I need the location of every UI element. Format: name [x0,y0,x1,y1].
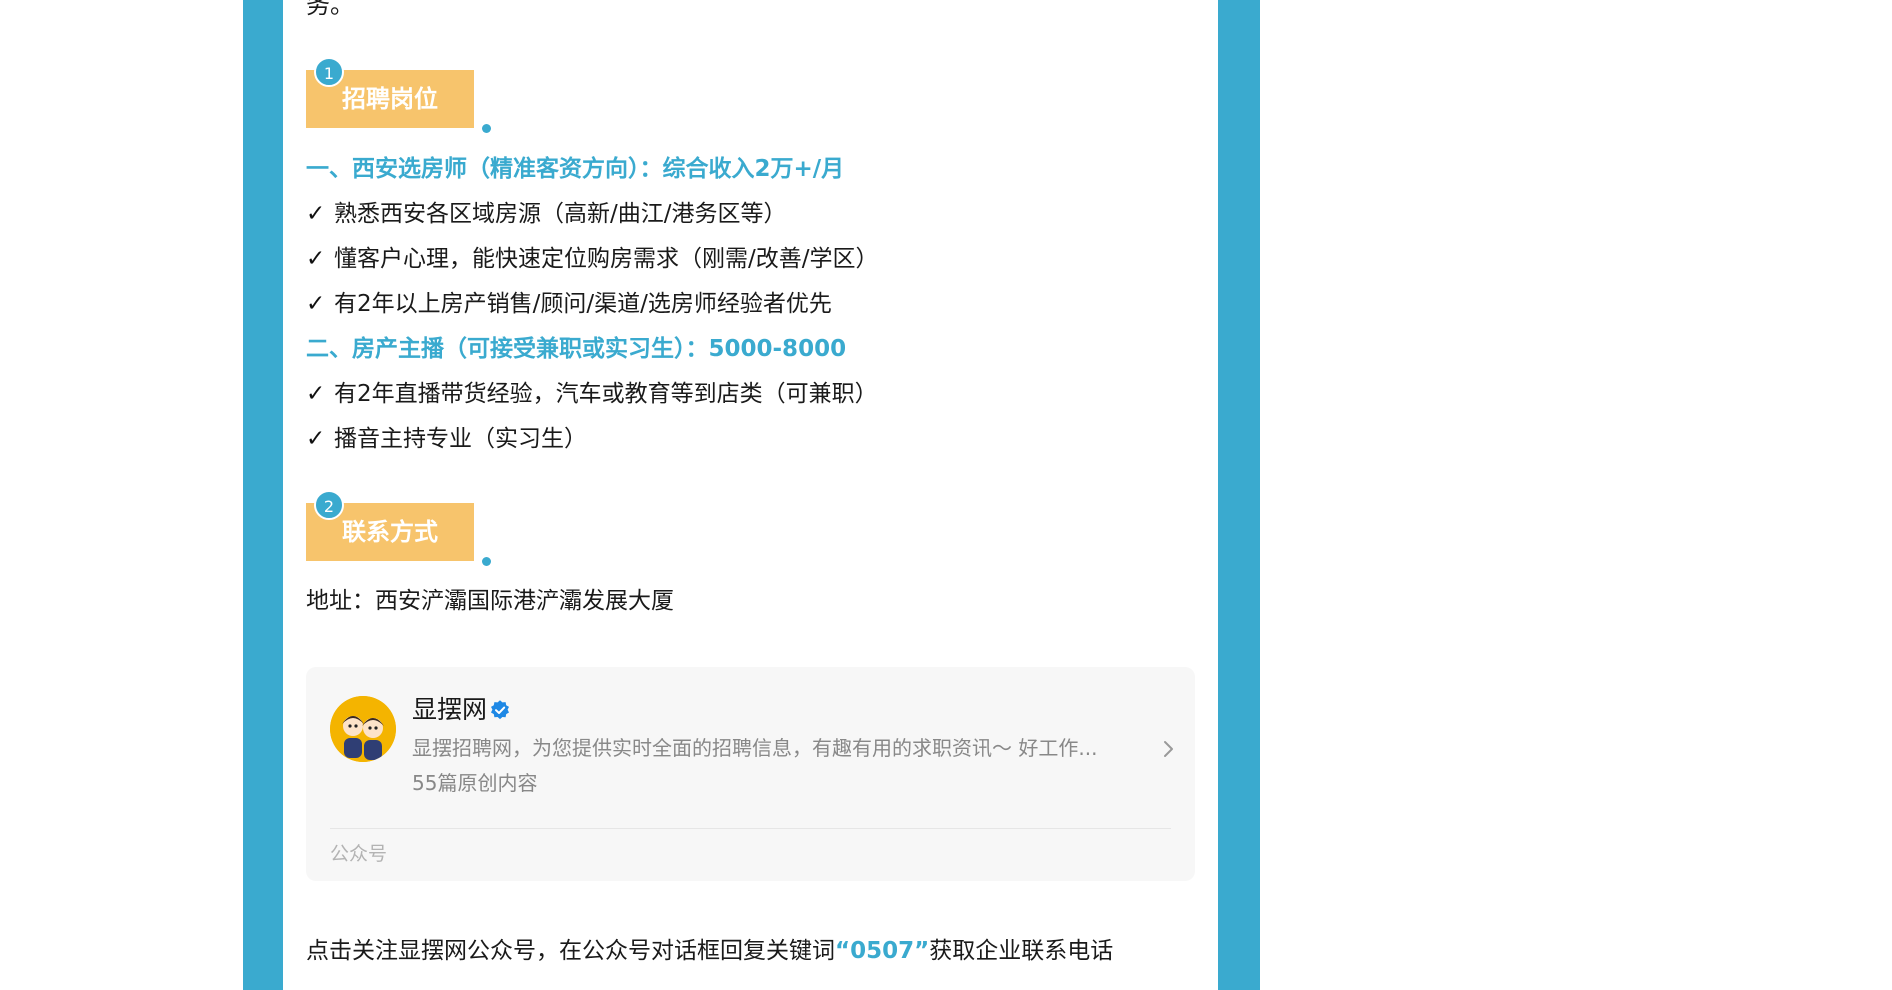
address-text: 地址：西安浐灞国际港浐灞发展大厦 [306,588,674,614]
requirement-text: 播音主持专业（实习生） [334,426,587,452]
decorative-dot [482,124,491,133]
original-content-count: 55篇原创内容 [412,771,538,795]
section-header-recruitment: 招聘岗位 1 [306,57,506,133]
job-requirement: ✓ 懂客户心理，能快速定位购房需求（刚需/改善/学区） [306,243,879,275]
check-icon: ✓ [306,201,326,227]
account-type-label: 公众号 [330,843,388,865]
job-requirement: ✓ 熟悉西安各区域房源（高新/曲江/港务区等） [306,198,787,230]
card-divider [330,828,1171,829]
article-body: 务。 招聘岗位 1 一、西安选房师（精准客资方向）：综合收入2万+/月 ✓ 熟悉西… [283,0,1218,990]
requirement-text: 有2年直播带货经验，汽车或教育等到店类（可兼职） [334,381,878,407]
requirement-text: 懂客户心理，能快速定位购房需求（刚需/改善/学区） [334,246,879,272]
job-requirement: ✓ 有2年直播带货经验，汽车或教育等到店类（可兼职） [306,378,878,410]
cta-prefix: 点击关注显摆网公众号，在公众号对话框回复关键词 [306,938,835,964]
requirement-text: 熟悉西安各区域房源（高新/曲江/港务区等） [334,201,787,227]
job-requirement: ✓ 播音主持专业（实习生） [306,423,587,455]
official-account-card[interactable]: 显摆网 显摆招聘网，为您提供实时全面的招聘信息，有趣有用的求职资讯～ 好工作..… [306,667,1195,881]
chevron-right-icon[interactable] [1161,737,1177,761]
check-icon: ✓ [306,381,326,407]
previous-paragraph-tail: 务。 [306,0,354,19]
verified-badge-icon [490,700,510,720]
cta-suffix: 获取企业联系电话 [929,938,1114,964]
account-name[interactable]: 显摆网 [412,693,487,727]
account-description: 显摆招聘网，为您提供实时全面的招聘信息，有趣有用的求职资讯～ 好工作... [412,736,1098,760]
account-avatar[interactable] [330,696,396,762]
section-header-contact: 联系方式 2 [306,490,506,566]
keyword-highlight: “0507” [835,938,930,964]
decorative-dot [482,557,491,566]
follow-instruction: 点击关注显摆网公众号，在公众号对话框回复关键词“0507”获取企业联系电话 [306,935,1113,967]
check-icon: ✓ [306,426,326,452]
job-requirement: ✓ 有2年以上房产销售/顾问/渠道/选房师经验者优先 [306,288,832,320]
section-number-badge: 2 [314,490,344,520]
job-heading-house-selector: 一、西安选房师（精准客资方向）：综合收入2万+/月 [306,156,845,182]
check-icon: ✓ [306,291,326,317]
check-icon: ✓ [306,246,326,272]
requirement-text: 有2年以上房产销售/顾问/渠道/选房师经验者优先 [334,291,832,317]
job-heading-property-streamer: 二、房产主播（可接受兼职或实习生）：5000-8000 [306,336,847,362]
section-number-badge: 1 [314,57,344,87]
